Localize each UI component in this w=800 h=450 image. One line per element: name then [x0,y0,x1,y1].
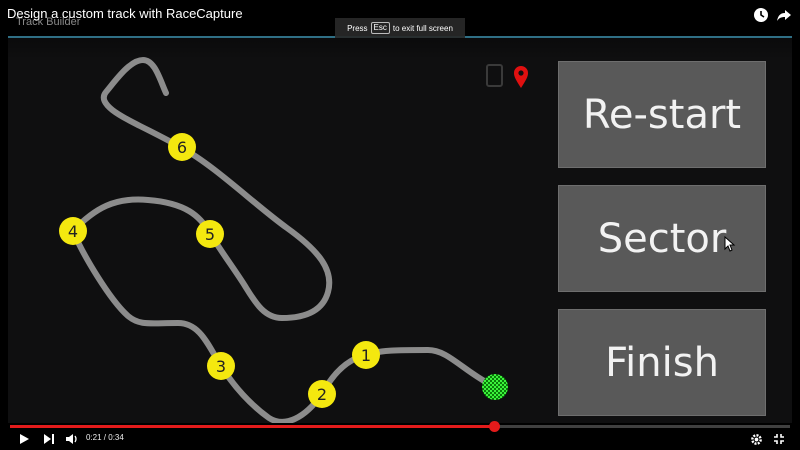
sector-label-1: 1 [361,346,371,365]
sector-marker-1: 1 [352,341,380,369]
clock-icon[interactable] [752,6,770,24]
sector-label-4: 4 [68,222,78,241]
sector-label-3: 3 [216,357,226,376]
fullscreen-notice-suffix: to exit full screen [392,23,453,33]
progress-played [10,425,494,428]
location-pin-icon [514,66,528,88]
tablet-icon [486,64,503,87]
video-player[interactable]: 1 2 3 4 5 6 Track Builder Design a custo… [0,0,800,450]
duration: 0:34 [108,433,124,442]
progress-scrubber[interactable] [488,421,500,432]
fullscreen-notice-prefix: Press [347,23,368,33]
restart-button[interactable]: Re-start [558,61,766,168]
progress-bar[interactable] [10,421,790,432]
sector-label-2: 2 [317,385,327,404]
current-time: 0:21 [86,433,102,442]
mouse-cursor-icon [724,235,736,256]
fullscreen-notice: Press Esc to exit full screen [335,18,465,38]
video-title[interactable]: Design a custom track with RaceCapture [7,6,243,21]
sector-marker-2: 2 [308,380,336,408]
share-icon[interactable] [775,6,793,24]
time-display: 0:21 / 0:34 [86,433,124,442]
sector-label-5: 5 [205,225,215,244]
next-icon[interactable] [41,431,57,447]
volume-icon[interactable] [64,431,80,447]
sector-marker-6: 6 [168,133,196,161]
sector-marker-4: 4 [59,217,87,245]
play-icon[interactable] [16,431,32,447]
esc-key-badge: Esc [370,22,390,34]
start-finish-marker [482,374,508,400]
sector-marker-3: 3 [207,352,235,380]
settings-icon[interactable] [748,431,764,447]
sector-label-6: 6 [177,138,187,157]
track-path [70,57,496,423]
finish-button[interactable]: Finish [558,309,766,416]
exit-fullscreen-icon[interactable] [771,431,787,447]
sector-marker-5: 5 [196,220,224,248]
